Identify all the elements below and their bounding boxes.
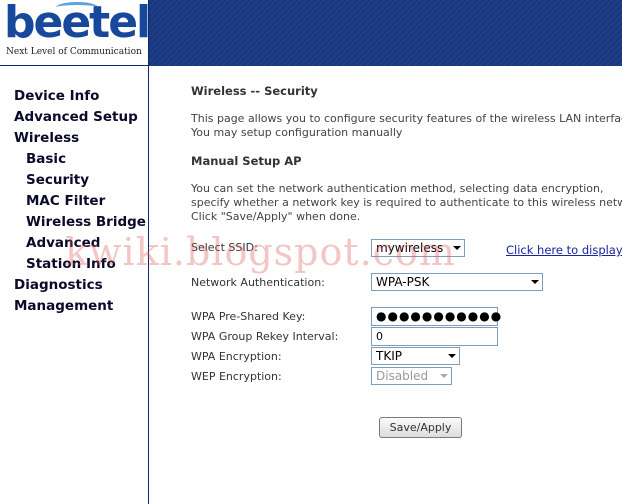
psk-input[interactable]: ●●●●●●●●●●●	[371, 307, 501, 326]
display-key-link[interactable]: Click here to display	[506, 243, 622, 257]
sidebar-item-station-info[interactable]: Station Info	[26, 256, 116, 272]
ssid-select-value: mywireless	[376, 241, 444, 255]
wep-select-value: Disabled	[376, 369, 429, 383]
sidebar-item-mac-filter[interactable]: MAC Filter	[26, 193, 105, 209]
auth-select-value: WPA-PSK	[376, 275, 430, 289]
wep-select[interactable]: Disabled	[371, 367, 452, 385]
auth-label: Network Authentication:	[191, 276, 325, 289]
logo-text: beetel	[4, 0, 149, 48]
chevron-down-icon	[448, 354, 456, 358]
description-line2: specify whether a network key is require…	[191, 196, 622, 209]
chevron-down-icon	[453, 246, 461, 250]
wep-label: WEP Encryption:	[191, 370, 282, 383]
encryption-select-value: TKIP	[376, 349, 402, 363]
ssid-label: Select SSID:	[191, 241, 258, 254]
main-content: Wireless -- Security This page allows yo…	[149, 66, 622, 504]
page-title: Wireless -- Security	[191, 84, 318, 98]
encryption-label: WPA Encryption:	[191, 350, 282, 363]
rekey-input[interactable]: 0	[371, 327, 498, 346]
intro-text-line1: This page allows you to configure securi…	[191, 112, 622, 125]
intro-text-line2: You may setup configuration manually	[191, 126, 403, 139]
manual-setup-heading: Manual Setup AP	[191, 154, 302, 168]
sidebar-item-security[interactable]: Security	[26, 172, 89, 188]
sidebar-item-wireless[interactable]: Wireless	[14, 130, 79, 146]
rekey-label: WPA Group Rekey Interval:	[191, 330, 339, 343]
sidebar-item-wireless-bridge[interactable]: Wireless Bridge	[26, 214, 146, 230]
sidebar-item-basic[interactable]: Basic	[26, 151, 66, 167]
header-banner	[149, 0, 622, 66]
ssid-select[interactable]: mywireless	[371, 239, 465, 257]
chevron-down-icon	[531, 280, 539, 284]
save-apply-button[interactable]: Save/Apply	[379, 417, 462, 438]
description-line3: Click "Save/Apply" when done.	[191, 210, 361, 223]
sidebar-item-advanced[interactable]: Advanced	[26, 235, 100, 251]
logo-tagline: Next Level of Communication	[6, 47, 142, 57]
chevron-down-icon	[440, 374, 448, 378]
sidebar-nav: Device Info Advanced Setup Wireless Basi…	[0, 66, 149, 504]
brand-logo: beetel Next Level of Communication	[0, 0, 149, 66]
sidebar-item-management[interactable]: Management	[14, 298, 113, 314]
sidebar-item-diagnostics[interactable]: Diagnostics	[14, 277, 103, 293]
description-line1: You can set the network authentication m…	[191, 182, 604, 195]
sidebar-item-advanced-setup[interactable]: Advanced Setup	[14, 109, 138, 125]
auth-select[interactable]: WPA-PSK	[371, 273, 543, 291]
sidebar-item-device-info[interactable]: Device Info	[14, 88, 99, 104]
encryption-select[interactable]: TKIP	[371, 347, 460, 365]
psk-label: WPA Pre-Shared Key:	[191, 310, 306, 323]
